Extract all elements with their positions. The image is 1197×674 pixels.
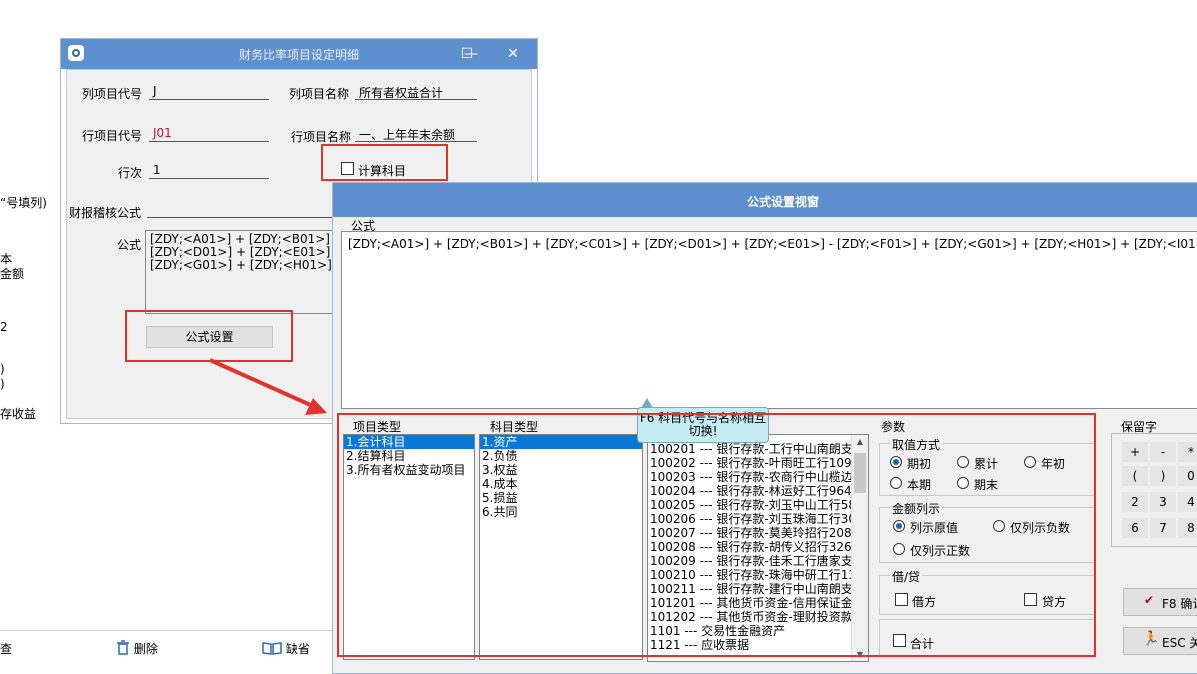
row-name-field[interactable]: 一、上年年末余额	[355, 126, 477, 142]
delete-button[interactable]: 删除	[116, 640, 158, 657]
window-titlebar[interactable]: 财务比率项目设定明细 — ☐ ✕	[61, 39, 537, 69]
delete-label: 删除	[133, 642, 158, 656]
maximize-icon[interactable]: ☐	[457, 44, 477, 64]
formula-textbox[interactable]: [ZDY;<A01>] + [ZDY;<B01>] + [ZDY;<D01>] …	[145, 230, 337, 314]
key-8[interactable]: 8	[1178, 518, 1197, 538]
row-name-label: 行项目名称	[291, 130, 352, 144]
col-name-field[interactable]: 所有者权益合计	[355, 84, 477, 100]
background-fragment: )	[0, 377, 5, 391]
key-minus[interactable]: -	[1150, 442, 1176, 462]
window-title: 公式设置视窗	[746, 195, 819, 209]
formula-line: [ZDY;<G01>] + [ZDY;<H01>] +	[150, 258, 337, 272]
key-3[interactable]: 3	[1150, 492, 1176, 512]
toolbar-divider	[0, 630, 332, 631]
exit-button[interactable]: 🏃 ESC 关闭	[1123, 627, 1197, 655]
key-multiply[interactable]: *	[1178, 442, 1197, 462]
arrow-icon	[209, 358, 327, 415]
audit-formula-label: 财报稽核公式	[69, 206, 142, 220]
missing-button[interactable]: 缺省	[262, 640, 310, 657]
key-6[interactable]: 6	[1122, 518, 1148, 538]
background-fragment: “号填列)	[0, 196, 47, 210]
query-button[interactable]: 查	[0, 640, 12, 657]
highlight-box	[337, 413, 1096, 657]
background-fragment: 存收益	[0, 407, 37, 421]
formula-editor[interactable]: [ZDY;<A01>] + [ZDY;<B01>] + [ZDY;<C01>] …	[341, 231, 1197, 409]
key-rparen[interactable]: )	[1150, 466, 1176, 486]
col-code-field[interactable]: J	[149, 84, 269, 100]
row-code-field[interactable]: J01	[149, 126, 269, 142]
confirm-label: F8 确认	[1162, 597, 1197, 611]
formula-setup-window: 公式设置视窗 公式 [ZDY;<A01>] + [ZDY;<B01>] + [Z…	[332, 182, 1197, 674]
exit-label: ESC 关闭	[1162, 636, 1197, 650]
missing-label: 缺省	[285, 642, 310, 656]
key-2[interactable]: 2	[1122, 492, 1148, 512]
row-code-label: 行项目代号	[82, 129, 143, 143]
row-index-field[interactable]: 1	[149, 163, 269, 179]
confirm-button[interactable]: ✔ F8 确认	[1123, 588, 1197, 616]
background-fragment: )	[0, 362, 5, 376]
row-index-label: 行次	[118, 166, 143, 180]
formula-label: 公式	[117, 238, 142, 252]
key-lparen[interactable]: (	[1122, 466, 1148, 486]
audit-formula-field[interactable]	[147, 202, 337, 218]
trash-icon	[117, 640, 129, 655]
key-4[interactable]: 4	[1178, 492, 1197, 512]
col-code-label: 列项目代号	[82, 87, 143, 101]
key-plus[interactable]: +	[1122, 442, 1148, 462]
running-man-icon: 🏃	[1142, 631, 1160, 647]
background-fragment: 2	[0, 320, 8, 334]
reserved-keypad: + - * ( ) 0 2 3 4 6 7 8	[1111, 433, 1197, 547]
key-0[interactable]: 0	[1178, 466, 1197, 486]
close-icon[interactable]: ✕	[503, 44, 523, 64]
background-fragment: 金额	[0, 267, 25, 281]
window-titlebar[interactable]: 公式设置视窗	[333, 183, 1197, 217]
check-icon: ✔	[1144, 593, 1155, 607]
highlight-box	[321, 144, 448, 181]
col-name-label: 列项目名称	[289, 87, 350, 101]
book-icon	[262, 642, 282, 655]
key-7[interactable]: 7	[1150, 518, 1176, 538]
